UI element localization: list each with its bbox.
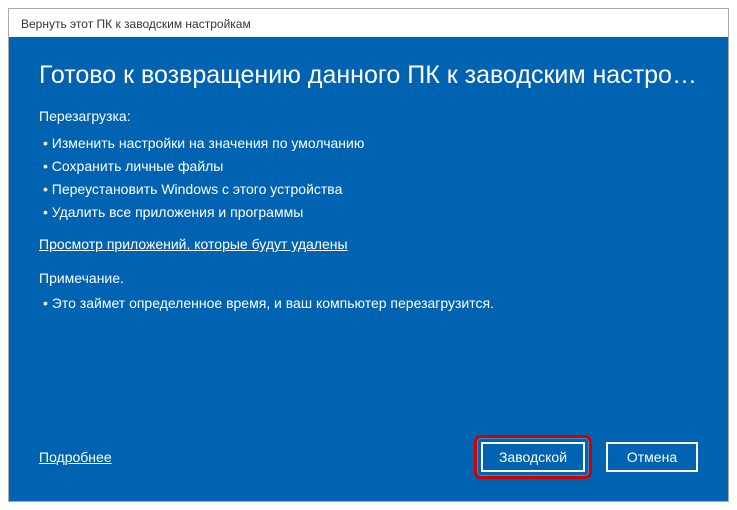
- list-item: Изменить настройки на значения по умолча…: [39, 132, 698, 155]
- note-heading: Примечание.: [39, 270, 698, 286]
- list-item: Переустановить Windows с этого устройств…: [39, 178, 698, 201]
- list-item: Сохранить личные файлы: [39, 155, 698, 178]
- cancel-button[interactable]: Отмена: [606, 442, 698, 472]
- list-item: Это займет определенное время, и ваш ком…: [39, 292, 698, 315]
- note-list: Это займет определенное время, и ваш ком…: [39, 292, 698, 315]
- reboot-label: Перезагрузка:: [39, 108, 698, 124]
- window-title: Вернуть этот ПК к заводским настройкам: [9, 9, 728, 37]
- dialog-body: Готово к возвращению данного ПК к заводс…: [9, 37, 728, 501]
- actions-list: Изменить настройки на значения по умолча…: [39, 132, 698, 224]
- reset-button[interactable]: Заводской: [481, 442, 585, 472]
- dialog-heading: Готово к возвращению данного ПК к заводс…: [39, 61, 698, 90]
- highlight-box: Заводской: [474, 435, 592, 479]
- dialog-window: Вернуть этот ПК к заводским настройкам Г…: [8, 8, 729, 502]
- button-row: Заводской Отмена: [474, 435, 698, 479]
- view-apps-link[interactable]: Просмотр приложений, которые будут удале…: [39, 236, 698, 252]
- list-item: Удалить все приложения и программы: [39, 201, 698, 224]
- dialog-footer: Подробнее Заводской Отмена: [39, 435, 698, 479]
- learn-more-link[interactable]: Подробнее: [39, 449, 112, 465]
